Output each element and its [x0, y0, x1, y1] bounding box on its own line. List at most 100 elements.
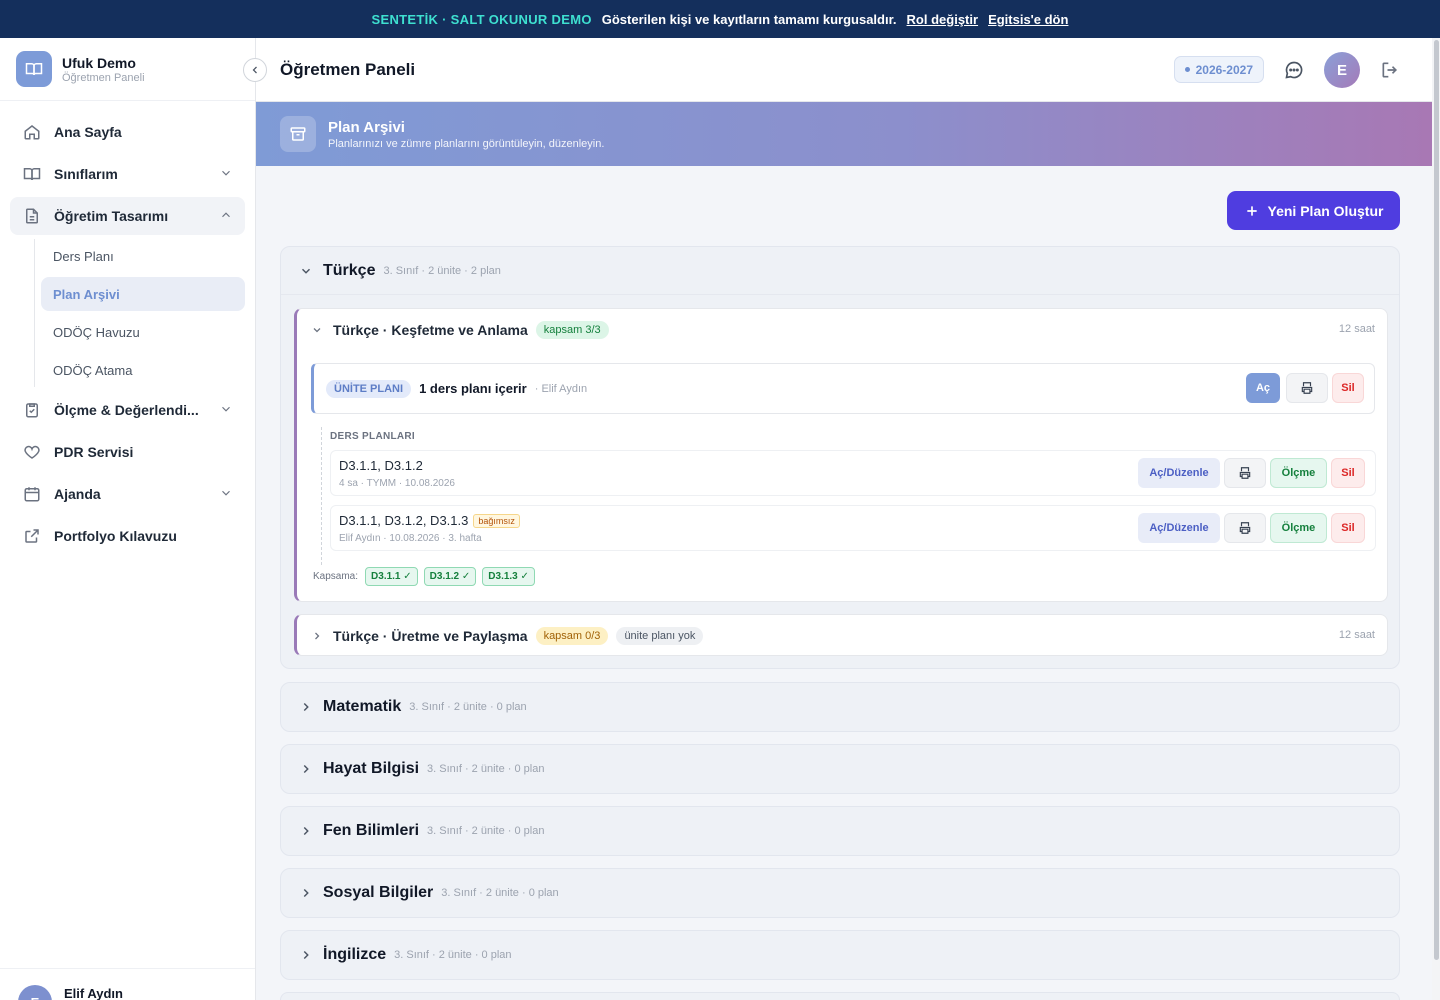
coverage-badge: kapsam 3/3 [535, 321, 609, 339]
subject-meta: 3. Sınıf · 2 ünite · 0 plan [409, 701, 527, 713]
chevron-down-icon [222, 170, 230, 176]
header-avatar[interactable]: E [1324, 52, 1360, 88]
user-profile[interactable]: E Elif Aydın [0, 968, 255, 1000]
sidebar-item-label: Sınıflarım [54, 166, 118, 182]
unit-hours: 12 saat [1338, 323, 1375, 335]
hero-title: Plan Arşivi [328, 118, 405, 136]
academic-year-badge[interactable]: 2026-2027 [1173, 56, 1264, 83]
chevron-right-icon [299, 886, 313, 900]
banner-tag: SENTETİK · SALT OKUNUR DEMO [371, 11, 592, 27]
delete-button[interactable]: Sil [1332, 373, 1364, 403]
instructional-design-subnav: Ders Planı Plan Arşivi ODÖÇ Havuzu ODÖÇ … [34, 239, 245, 387]
measure-button[interactable]: Ölçme [1270, 513, 1327, 543]
logout-icon [1382, 62, 1398, 78]
delete-button[interactable]: Sil [1331, 458, 1365, 488]
collapse-sidebar-button[interactable] [243, 58, 267, 82]
sidebar-item-label: Öğretim Tasarımı [54, 208, 169, 224]
chevron-down-icon [313, 328, 321, 333]
back-link[interactable]: Egitsis'e dön [988, 12, 1068, 27]
chat-bubble-icon [1285, 61, 1303, 79]
subject-section: Sosyal Bilgiler 3. Sınıf · 2 ünite · 0 p… [280, 868, 1400, 918]
delete-button[interactable]: Sil [1331, 513, 1365, 543]
home-icon [22, 122, 42, 142]
chevron-right-icon [299, 762, 313, 776]
independent-tag: bağımsız [473, 513, 520, 528]
subject-header[interactable]: Matematik 3. Sınıf · 2 ünite · 0 plan [281, 683, 1399, 731]
lesson-title: D3.1.1, D3.1.2 [339, 458, 423, 473]
chevron-right-icon [299, 948, 313, 962]
subject-header[interactable]: Türkçe 3. Sınıf · 2 ünite · 2 plan [281, 247, 1399, 295]
sidebar-item-label: Portfolyo Kılavuzu [54, 528, 177, 544]
sidebar-item-instructional-design[interactable]: Öğretim Tasarımı [10, 197, 245, 235]
subject-header[interactable]: Fen Bilimleri 3. Sınıf · 2 ünite · 0 pla… [281, 807, 1399, 855]
brand-subtitle: Öğretmen Paneli [62, 71, 145, 84]
unit-plan-title: 1 ders planı içerir [419, 381, 527, 396]
chevron-right-icon [299, 824, 313, 838]
plus-icon [1246, 205, 1257, 216]
subject-section: İngilizce 3. Sınıf · 2 ünite · 0 plan [280, 930, 1400, 980]
heart-icon [22, 442, 42, 462]
sidebar-item-label: Ana Sayfa [54, 124, 122, 140]
print-button[interactable] [1286, 373, 1328, 403]
unit-card: Türkçe · Keşfetme ve Anlama kapsam 3/3 1… [294, 308, 1388, 602]
no-unit-plan-badge: ünite planı yok [616, 627, 704, 645]
subject-name: Matematik [323, 698, 402, 715]
subject-section-partial [280, 992, 1400, 1000]
edit-button[interactable]: Aç/Düzenle [1138, 513, 1220, 543]
subject-meta: 3. Sınıf · 2 ünite · 0 plan [427, 825, 545, 837]
coverage-label: Kapsama: [313, 571, 359, 582]
subject-meta: 3. Sınıf · 2 ünite · 2 plan [383, 264, 501, 277]
logout-button[interactable] [1380, 60, 1400, 85]
sidebar-item-label: PDR Servisi [54, 444, 134, 460]
printer-icon [1239, 467, 1251, 479]
unit-hours: 12 saat [1338, 629, 1375, 641]
chevron-down-icon [222, 406, 230, 412]
brand-title: Ufuk Demo [62, 54, 136, 71]
measure-button[interactable]: Ölçme [1270, 458, 1327, 488]
subject-meta: 3. Sınıf · 2 ünite · 0 plan [441, 887, 559, 899]
user-name: Elif Aydın [64, 986, 123, 1000]
sidebar-item-portfolio[interactable]: Portfolyo Kılavuzu [10, 517, 245, 555]
subject-meta: 3. Sınıf · 2 ünite · 0 plan [394, 949, 512, 961]
new-plan-button[interactable]: Yeni Plan Oluştur [1227, 191, 1400, 230]
unit-name: Türkçe · Keşfetme ve Anlama [333, 322, 528, 338]
subject-header[interactable]: Sosyal Bilgiler 3. Sınıf · 2 ünite · 0 p… [281, 869, 1399, 917]
open-button[interactable]: Aç [1246, 373, 1280, 403]
scrollbar-thumb[interactable] [1434, 40, 1439, 960]
subject-header[interactable]: İngilizce 3. Sınıf · 2 ünite · 0 plan [281, 931, 1399, 979]
role-switch-link[interactable]: Rol değiştir [907, 12, 979, 27]
sidebar-item-label: Ölçme & Değerlendi... [54, 402, 199, 418]
sidebar: Ufuk Demo Öğretmen Paneli Ana Sayfa Sını… [0, 38, 267, 1000]
sidebar-item-pdr[interactable]: PDR Servisi [10, 433, 245, 471]
banner-message: Gösterilen kişi ve kayıtların tamamı kur… [601, 11, 897, 27]
sidebar-item-agenda[interactable]: Ajanda [10, 475, 245, 513]
archive-icon [280, 116, 316, 152]
hero-subtitle: Planlarınızı ve zümre planlarını görüntü… [328, 137, 605, 150]
sidebar-subitem-lesson-plan[interactable]: Ders Planı [41, 239, 245, 273]
edit-button[interactable]: Aç/Düzenle [1138, 458, 1220, 488]
printer-icon [1239, 522, 1251, 534]
sidebar-subitem-plan-archive[interactable]: Plan Arşivi [41, 277, 245, 311]
sidebar-item-assessment[interactable]: Ölçme & Değerlendi... [10, 391, 245, 429]
chevron-down-icon [299, 264, 313, 278]
subject-header[interactable]: Hayat Bilgisi 3. Sınıf · 2 ünite · 0 pla… [281, 745, 1399, 793]
sidebar-item-home[interactable]: Ana Sayfa [10, 113, 245, 151]
unit-header[interactable]: Türkçe · Keşfetme ve Anlama kapsam 3/3 1… [297, 309, 1387, 351]
book-icon [22, 164, 42, 184]
unit-header[interactable]: Türkçe · Üretme ve Paylaşma kapsam 0/3 ü… [297, 615, 1387, 657]
print-button[interactable] [1224, 513, 1266, 543]
print-button[interactable] [1224, 458, 1266, 488]
coverage-chip: D3.1.1 ✓ [365, 567, 418, 586]
chevron-right-icon [315, 632, 320, 640]
lesson-meta: Elif Aydın · 10.08.2026 · 3. hafta [339, 533, 482, 544]
chevron-down-icon [222, 490, 230, 496]
lesson-title: D3.1.1, D3.1.2, D3.1.3 [339, 513, 469, 528]
coverage-row: Kapsama: D3.1.1 ✓ D3.1.2 ✓ D3.1.3 ✓ [313, 567, 541, 586]
sidebar-subitem-odoc-assign[interactable]: ODÖÇ Atama [41, 353, 245, 387]
sidebar-item-classes[interactable]: Sınıflarım [10, 155, 245, 193]
coverage-badge: kapsam 0/3 [535, 627, 609, 645]
messages-button[interactable] [1284, 60, 1304, 85]
unit-card: Türkçe · Üretme ve Paylaşma kapsam 0/3 ü… [294, 614, 1388, 656]
sidebar-subitem-odoc-pool[interactable]: ODÖÇ Havuzu [41, 315, 245, 349]
subject-section: Hayat Bilgisi 3. Sınıf · 2 ünite · 0 pla… [280, 744, 1400, 794]
